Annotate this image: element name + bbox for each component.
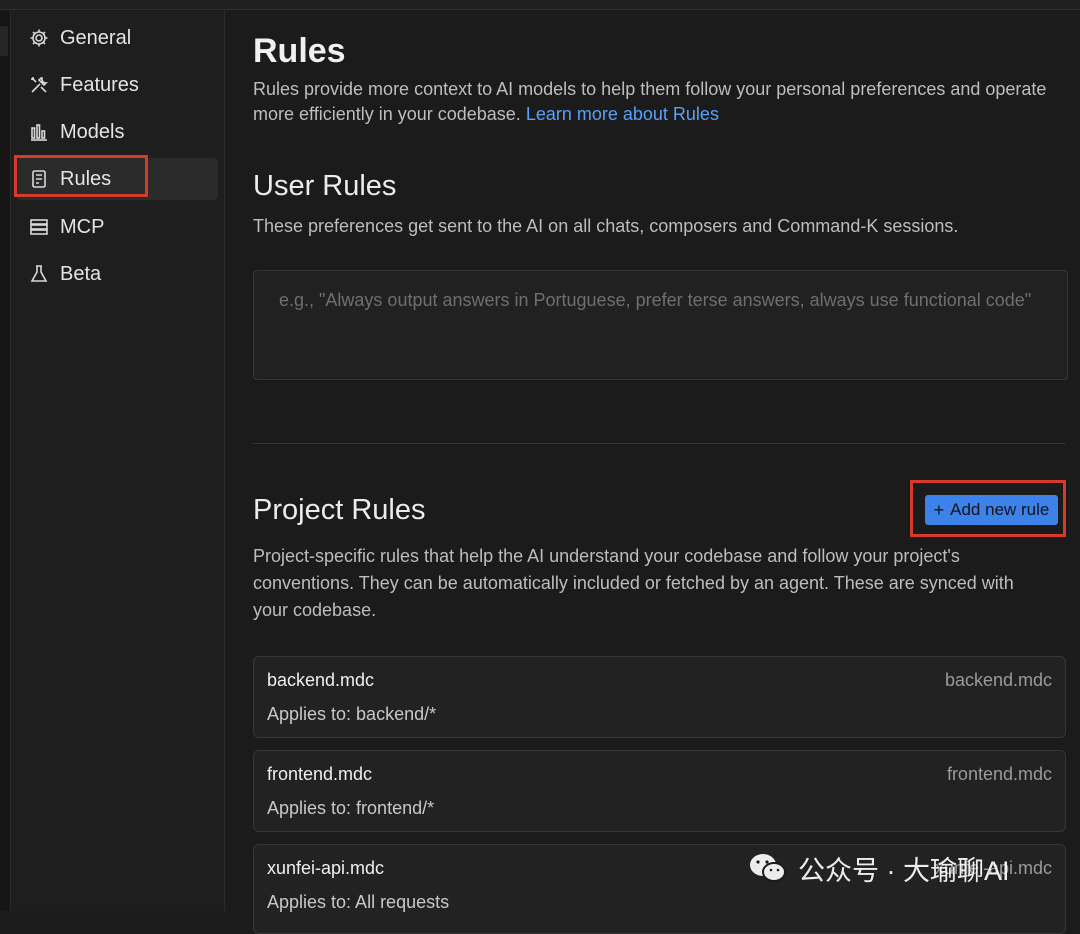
window-top-bar xyxy=(0,0,1080,10)
rule-file: frontend.mdc xyxy=(946,764,1052,784)
plus-icon: + xyxy=(933,499,945,520)
sidebar-item-models[interactable]: Models xyxy=(16,111,218,153)
sidebar-item-label: General xyxy=(60,26,132,49)
sidebar-item-label: Beta xyxy=(60,262,102,285)
sidebar-item-general[interactable]: General xyxy=(16,17,218,59)
project-rules-title: Project Rules xyxy=(253,494,426,526)
user-rules-title: User Rules xyxy=(253,170,397,202)
user-rules-description: These preferences get sent to the AI on … xyxy=(253,216,959,236)
settings-sidebar: General Features Models Rules MCP Beta xyxy=(11,10,225,911)
activity-strip-marker xyxy=(0,26,8,56)
rule-applies: Applies to: frontend/* xyxy=(267,798,435,818)
server-icon xyxy=(28,216,50,238)
sidebar-item-label: Features xyxy=(60,73,139,96)
flask-icon xyxy=(28,263,50,285)
rule-name: frontend.mdc xyxy=(267,764,373,784)
activity-strip xyxy=(0,10,11,911)
rule-applies: Applies to: backend/* xyxy=(267,704,437,724)
sidebar-item-label: Rules xyxy=(60,167,112,190)
sidebar-item-features[interactable]: Features xyxy=(16,64,218,106)
rule-name: backend.mdc xyxy=(267,670,375,690)
rule-name: xunfei-api.mdc xyxy=(267,858,385,878)
rule-card-frontend[interactable]: frontend.mdc frontend.mdc Applies to: fr… xyxy=(253,750,1066,832)
user-rules-input[interactable]: e.g., "Always output answers in Portugue… xyxy=(253,270,1068,380)
wechat-icon xyxy=(750,854,786,882)
rule-applies: Applies to: All requests xyxy=(267,892,450,912)
sidebar-item-beta[interactable]: Beta xyxy=(16,253,218,295)
page-intro: Rules provide more context to AI models … xyxy=(253,77,1053,127)
watermark-text: 公众号 · 大瑜聊AI xyxy=(798,855,1010,886)
sidebar-item-mcp[interactable]: MCP xyxy=(16,206,218,248)
document-icon xyxy=(28,168,50,190)
sidebar-item-rules[interactable]: Rules xyxy=(16,158,218,200)
project-rules-description: Project-specific rules that help the AI … xyxy=(253,546,1014,620)
rule-file: backend.mdc xyxy=(944,670,1052,690)
add-new-rule-button[interactable]: + Add new rule xyxy=(925,495,1058,525)
add-new-rule-label: Add new rule xyxy=(950,500,1050,519)
sidebar-item-label: Models xyxy=(60,120,125,143)
learn-more-link[interactable]: Learn more about Rules xyxy=(526,104,719,124)
page-title: Rules xyxy=(253,32,346,70)
section-divider xyxy=(253,443,1066,444)
rules-settings-panel: Rules Rules provide more context to AI m… xyxy=(225,10,1080,934)
bar-chart-icon xyxy=(28,121,50,143)
tools-icon xyxy=(28,74,50,96)
sidebar-item-label: MCP xyxy=(60,215,105,238)
rule-card-backend[interactable]: backend.mdc backend.mdc Applies to: back… xyxy=(253,656,1066,738)
gear-icon xyxy=(28,27,50,49)
watermark: 公众号 · 大瑜聊AI xyxy=(748,848,1010,888)
